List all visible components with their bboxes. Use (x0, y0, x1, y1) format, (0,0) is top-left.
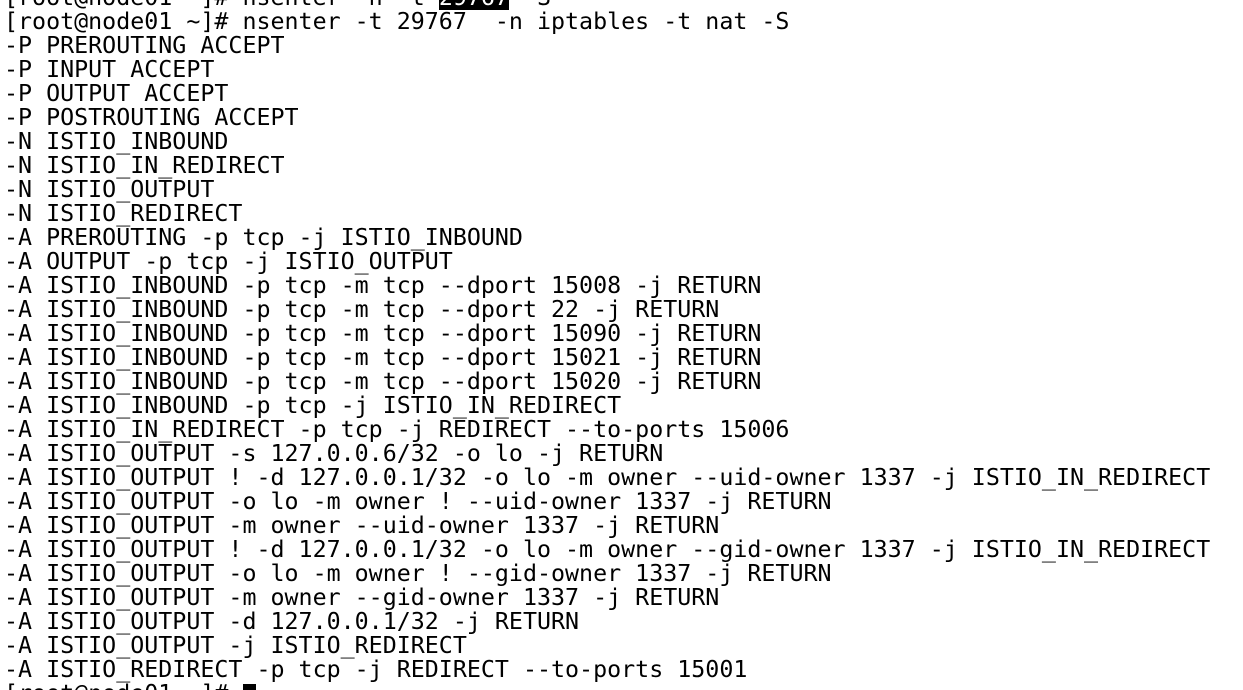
output-line: -A ISTIO_INBOUND -p tcp -m tcp --dport 1… (4, 320, 762, 347)
output-line: -A ISTIO_OUTPUT -j ISTIO_REDIRECT (4, 632, 467, 659)
block-cursor-icon (243, 684, 257, 690)
output-line: -A ISTIO_OUTPUT ! -d 127.0.0.1/32 -o lo … (4, 464, 1211, 491)
output-line: -A PREROUTING -p tcp -j ISTIO_INBOUND (4, 224, 523, 251)
output-line: -A ISTIO_OUTPUT -o lo -m owner ! --uid-o… (4, 488, 832, 515)
output-line: -A ISTIO_INBOUND -p tcp -m tcp --dport 2… (4, 296, 720, 323)
output-line: -A ISTIO_INBOUND -p tcp -m tcp --dport 1… (4, 344, 762, 371)
output-line: -A OUTPUT -p tcp -j ISTIO_OUTPUT (4, 248, 453, 275)
output-line: -P POSTROUTING ACCEPT (4, 104, 299, 131)
command-output: -P PREROUTING ACCEPT -P INPUT ACCEPT -P OU… (4, 34, 1243, 682)
output-line: -A ISTIO_IN_REDIRECT -p tcp -j REDIRECT … (4, 416, 790, 443)
prompt-line[interactable]: [root@node01 ~]# (4, 682, 1243, 690)
output-line: -A ISTIO_INBOUND -p tcp -m tcp --dport 1… (4, 272, 762, 299)
output-line: -A ISTIO_OUTPUT ! -d 127.0.0.1/32 -o lo … (4, 536, 1211, 563)
output-line: -A ISTIO_INBOUND -p tcp -m tcp --dport 1… (4, 368, 762, 395)
output-line: -A ISTIO_OUTPUT -m owner --uid-owner 133… (4, 512, 720, 539)
output-line: -A ISTIO_OUTPUT -o lo -m owner ! --gid-o… (4, 560, 832, 587)
terminal-window[interactable]: [root@node01 ~]# nsenter -n -t 29767 -S … (0, 0, 1243, 690)
output-line: -P INPUT ACCEPT (4, 56, 215, 83)
shell-prompt: [root@node01 ~]# (4, 682, 242, 690)
output-line: -N ISTIO_REDIRECT (4, 200, 243, 227)
output-line: -P PREROUTING ACCEPT (4, 32, 285, 59)
output-line: -A ISTIO_OUTPUT -m owner --gid-owner 133… (4, 584, 720, 611)
command-line: [root@node01 ~]# nsenter -t 29767 -n ipt… (4, 8, 790, 35)
output-line: -A ISTIO_INBOUND -p tcp -j ISTIO_IN_REDI… (4, 392, 622, 419)
output-line: -N ISTIO_OUTPUT (4, 176, 215, 203)
output-line: -P OUTPUT ACCEPT (4, 80, 229, 107)
output-line: -A ISTIO_OUTPUT -s 127.0.0.6/32 -o lo -j… (4, 440, 664, 467)
output-line: -A ISTIO_REDIRECT -p tcp -j REDIRECT --t… (4, 656, 748, 683)
output-line: -A ISTIO_OUTPUT -d 127.0.0.1/32 -j RETUR… (4, 608, 580, 635)
output-line: -N ISTIO_IN_REDIRECT (4, 152, 285, 179)
output-line: -N ISTIO_INBOUND (4, 128, 229, 155)
